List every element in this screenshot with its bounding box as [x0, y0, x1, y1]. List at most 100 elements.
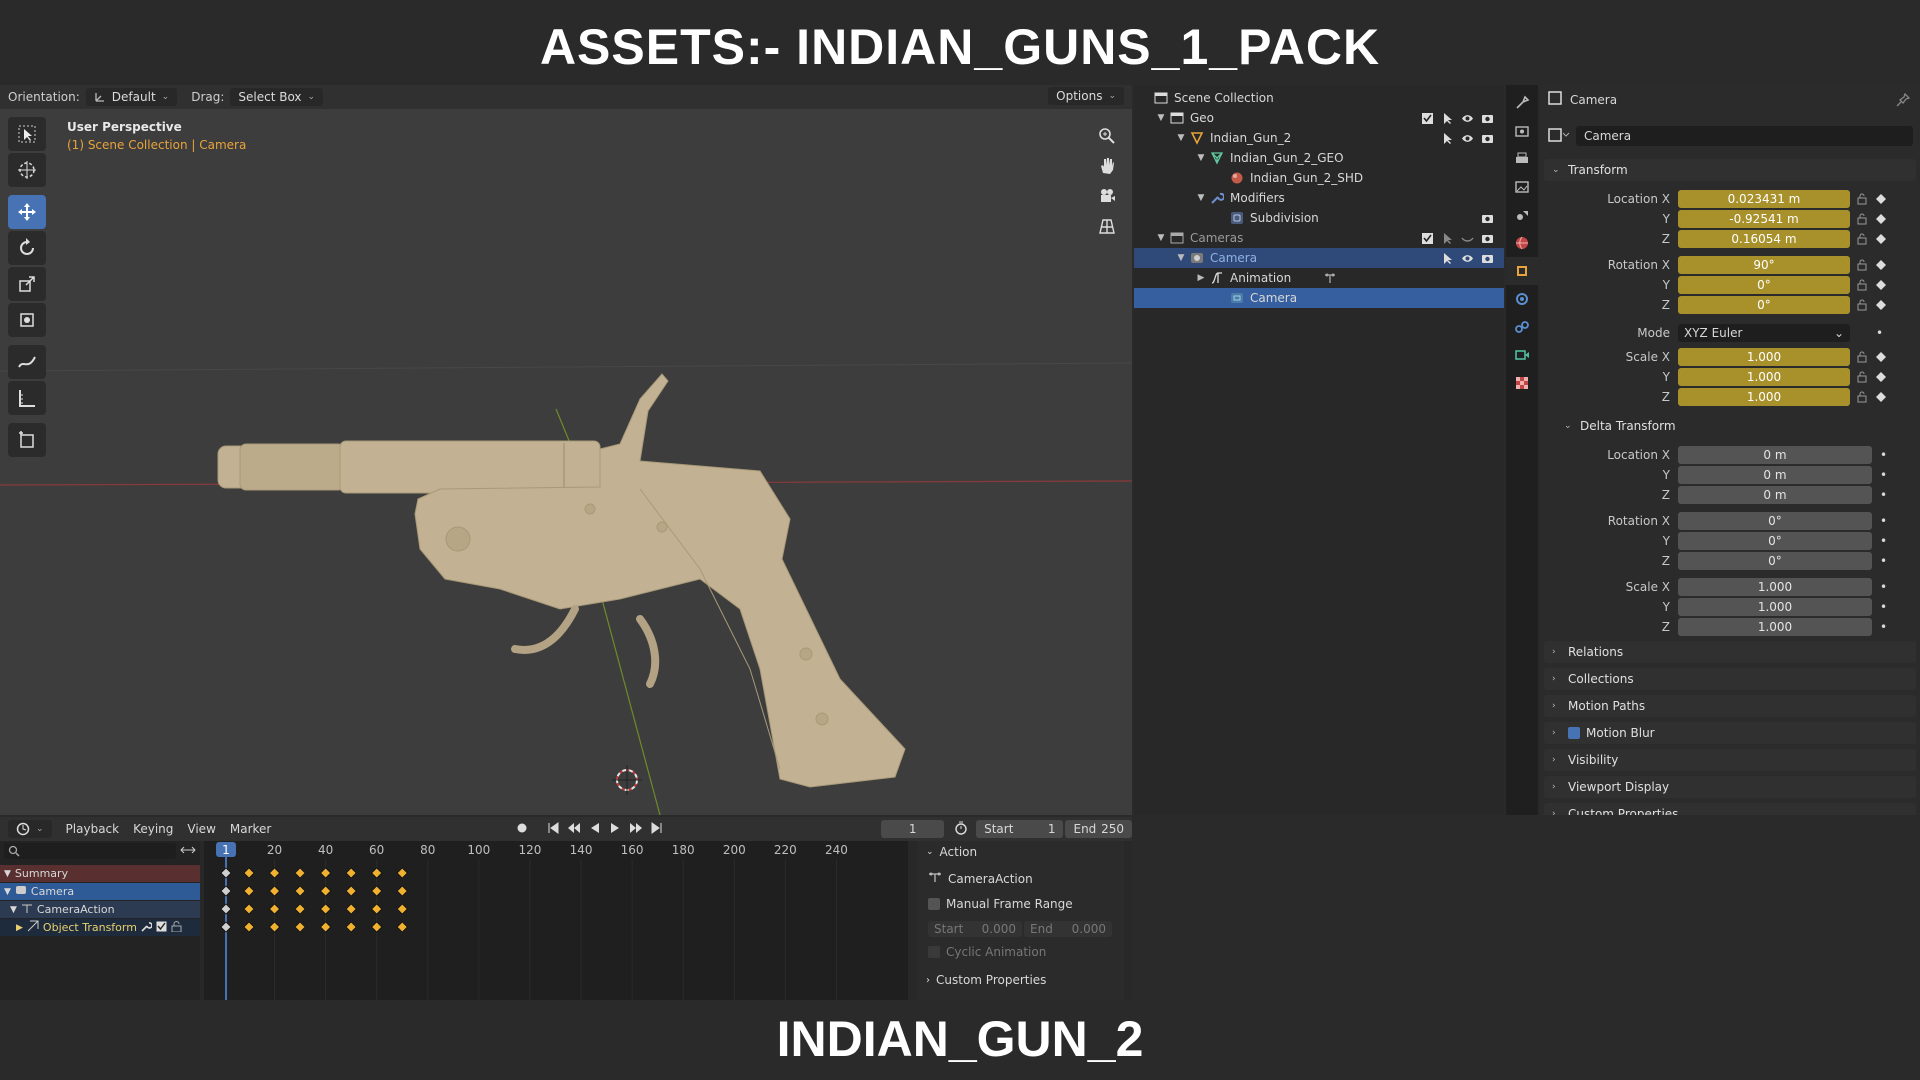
outliner-row-camera-object[interactable]: ▼ Camera	[1134, 248, 1504, 268]
scale-z-field[interactable]: 1.000	[1678, 617, 1872, 636]
keyframe[interactable]	[396, 921, 408, 933]
keyframe[interactable]	[371, 885, 383, 897]
keyframe[interactable]	[371, 921, 383, 933]
menu-playback[interactable]: Playback	[66, 822, 120, 836]
panel-motion-paths[interactable]: › Motion Paths	[1544, 695, 1916, 717]
lock-icon[interactable]	[1856, 259, 1872, 271]
keyframe[interactable]	[294, 921, 306, 933]
location-z-field[interactable]: 0 m	[1678, 485, 1872, 504]
keyframe[interactable]	[220, 885, 232, 897]
eye-icon[interactable]	[1460, 131, 1474, 145]
menu-marker[interactable]: Marker	[230, 822, 271, 836]
keyframe[interactable]	[320, 903, 332, 915]
jump-end-icon[interactable]	[651, 821, 663, 837]
cyclic-checkbox[interactable]	[928, 946, 940, 958]
eye-closed-icon[interactable]	[1460, 231, 1474, 245]
tab-render[interactable]	[1506, 117, 1538, 145]
rotation-y-field[interactable]: 0°	[1678, 531, 1872, 550]
scale-y-field[interactable]: 1.000	[1678, 597, 1872, 616]
motion-blur-checkbox[interactable]	[1568, 727, 1580, 739]
render-camera-icon[interactable]	[1480, 231, 1494, 245]
keyframe[interactable]	[345, 903, 357, 915]
lock-icon[interactable]	[171, 920, 182, 935]
outliner-row-material[interactable]: Indian_Gun_2_SHD	[1134, 168, 1504, 188]
panel-visibility[interactable]: › Visibility	[1544, 749, 1916, 771]
keyframe[interactable]	[294, 867, 306, 879]
keyframe-diamond-icon[interactable]	[1876, 193, 1888, 204]
tab-output[interactable]	[1506, 145, 1538, 173]
keyframe-dot-icon[interactable]: •	[1880, 554, 1892, 568]
lock-icon[interactable]	[1856, 371, 1872, 383]
move-tool[interactable]	[8, 195, 46, 229]
cyclic-animation-row[interactable]: Cyclic Animation	[928, 945, 1046, 959]
keyframe-area[interactable]: 1 20 40 60 80 100 120 140 160 180 200 220 240	[204, 841, 908, 1000]
select-arrow-icon[interactable]	[1440, 131, 1454, 145]
play-icon[interactable]	[609, 822, 621, 837]
scale-y-field[interactable]: 1.000	[1678, 367, 1850, 386]
keyframe[interactable]	[396, 903, 408, 915]
outliner-row-modifiers[interactable]: ▼ Modifiers	[1134, 188, 1504, 208]
select-arrow-icon[interactable]	[1440, 251, 1454, 265]
keyframe[interactable]	[345, 885, 357, 897]
lock-icon[interactable]	[1856, 213, 1872, 225]
keyframe[interactable]	[320, 885, 332, 897]
eye-icon[interactable]	[1460, 111, 1474, 125]
rotation-y-field[interactable]: 0°	[1678, 275, 1850, 294]
manual-frame-range-row[interactable]: Manual Frame Range	[928, 897, 1073, 911]
keyframe[interactable]	[268, 921, 281, 933]
keyframe-dot-icon[interactable]: •	[1880, 620, 1892, 634]
keyframe-diamond-icon[interactable]	[1876, 233, 1888, 244]
manual-range-checkbox[interactable]	[928, 898, 940, 910]
tab-scene[interactable]	[1506, 201, 1538, 229]
tab-texture[interactable]	[1506, 369, 1538, 397]
delta-transform-header[interactable]: ⌄ Delta Transform	[1544, 415, 1916, 437]
location-y-field[interactable]: 0 m	[1678, 465, 1872, 484]
keyframe-dot-icon[interactable]: •	[1880, 514, 1892, 528]
keyframe-diamond-icon[interactable]	[1876, 259, 1888, 270]
keyframe[interactable]	[345, 921, 357, 933]
keyframe[interactable]	[294, 903, 306, 915]
checkbox-icon[interactable]	[156, 921, 167, 935]
panel-motion-blur[interactable]: › Motion Blur	[1544, 722, 1916, 744]
rotation-z-field[interactable]: 0°	[1678, 551, 1872, 570]
record-button[interactable]	[515, 821, 529, 838]
pan-button[interactable]	[1092, 151, 1122, 181]
location-x-field[interactable]: 0 m	[1678, 445, 1872, 464]
channel-search-input[interactable]	[4, 843, 176, 859]
location-y-field[interactable]: -0.92541 m	[1678, 209, 1850, 228]
lock-icon[interactable]	[1856, 279, 1872, 291]
tab-world[interactable]	[1506, 229, 1538, 257]
action-panel-header[interactable]: ⌄ Action	[926, 845, 977, 859]
jump-start-icon[interactable]	[547, 821, 559, 837]
keyframe[interactable]	[320, 867, 332, 879]
keyframe[interactable]	[371, 867, 383, 879]
pin-icon[interactable]	[1896, 92, 1911, 110]
panel-collections[interactable]: › Collections	[1544, 668, 1916, 690]
scale-x-field[interactable]: 1.000	[1678, 577, 1872, 596]
keyframe-diamond-icon[interactable]	[1876, 351, 1888, 362]
keyframe[interactable]	[268, 867, 281, 879]
keyframe[interactable]	[371, 903, 383, 915]
swap-icon[interactable]	[180, 843, 196, 860]
outliner-row-cameras[interactable]: ▼ Cameras	[1134, 228, 1504, 248]
render-camera-icon[interactable]	[1480, 251, 1494, 265]
ortho-toggle-button[interactable]	[1092, 211, 1122, 241]
rotation-x-field[interactable]: 0°	[1678, 511, 1872, 530]
location-x-field[interactable]: 0.023431 m	[1678, 189, 1850, 208]
transform-panel-header[interactable]: ⌄ Transform	[1544, 159, 1916, 181]
lock-icon[interactable]	[1856, 193, 1872, 205]
outliner-row-camera-data[interactable]: Camera	[1134, 288, 1504, 308]
add-cube-tool[interactable]	[8, 423, 46, 457]
keyframe[interactable]	[345, 867, 357, 879]
keyframe[interactable]	[243, 921, 255, 933]
lock-icon[interactable]	[1856, 351, 1872, 363]
keyframe[interactable]	[268, 885, 281, 897]
checkbox-icon[interactable]	[1420, 111, 1434, 125]
eye-icon[interactable]	[1460, 251, 1474, 265]
menu-keying[interactable]: Keying	[133, 822, 173, 836]
keyframe[interactable]	[220, 867, 232, 879]
current-frame-field[interactable]: 1	[881, 820, 945, 838]
stopwatch-icon[interactable]	[954, 821, 968, 838]
keyframe-dot-icon[interactable]: •	[1880, 488, 1892, 502]
rotation-mode-dropdown[interactable]: XYZ Euler ⌄	[1678, 323, 1850, 342]
